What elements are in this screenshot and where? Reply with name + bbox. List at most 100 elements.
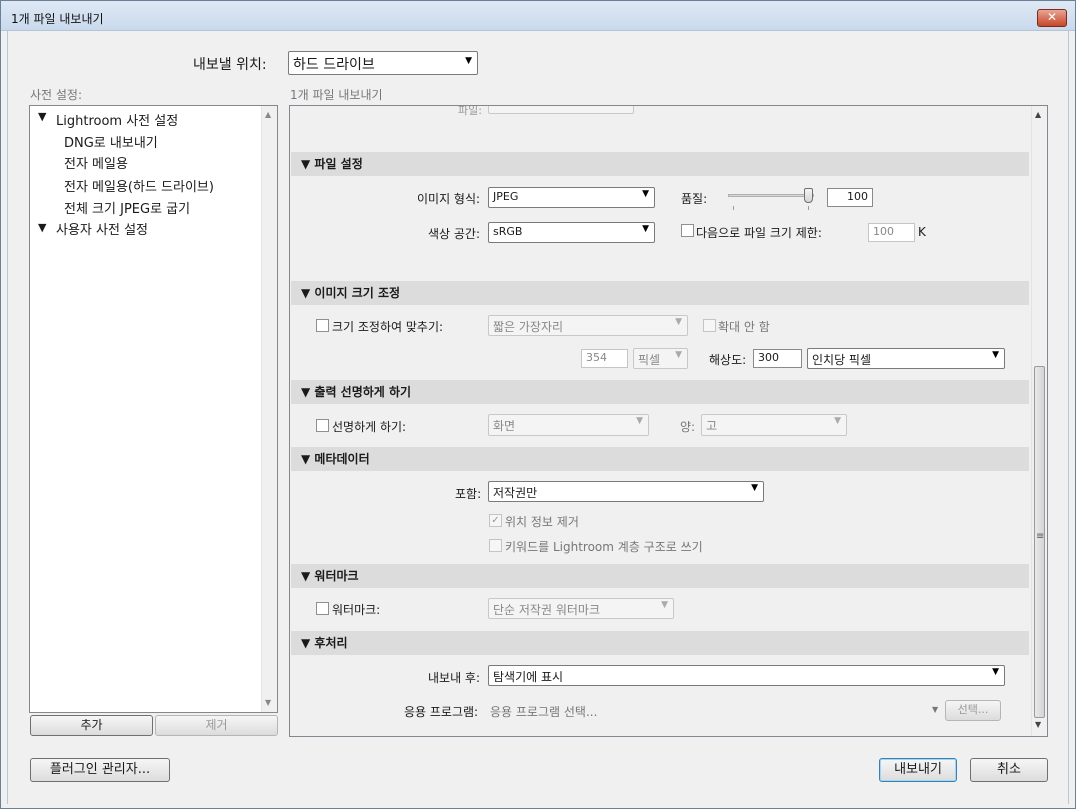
settings-panel: 파일: ▼ 파일 설정 이미지 형식: JPEG ▼ 품질: 100 색상 공간…	[289, 105, 1048, 737]
remove-preset-button[interactable]: 제거	[155, 715, 278, 736]
remove-location-checkbox[interactable]: ✓	[489, 514, 502, 527]
size-unit-value: 픽셀	[638, 353, 661, 367]
chevron-down-icon: ▼	[642, 189, 649, 199]
chevron-down-icon: ▼	[675, 317, 682, 327]
watermark-dropdown[interactable]: 단순 저작권 워터마크 ▼	[488, 598, 674, 619]
quality-slider-track[interactable]	[728, 194, 814, 197]
cancel-button[interactable]: 취소	[970, 758, 1048, 782]
color-space-dropdown[interactable]: sRGB ▼	[488, 222, 655, 243]
preset-folder-user[interactable]: 사용자 사전 설정	[56, 219, 148, 238]
application-label: 응용 프로그램:	[404, 705, 479, 719]
size-unit-dropdown[interactable]: 픽셀 ▼	[633, 348, 688, 369]
resolution-input[interactable]: 300	[753, 349, 802, 368]
file-name-label: 파일:	[458, 105, 482, 117]
resize-checkbox[interactable]	[316, 319, 329, 332]
section-image-sizing[interactable]: ▼ 이미지 크기 조정	[291, 281, 1029, 305]
amount-value: 고	[706, 419, 718, 433]
amount-label: 양:	[680, 420, 696, 434]
resize-mode-dropdown[interactable]: 짧은 가장자리 ▼	[488, 315, 688, 336]
slider-tick	[733, 206, 734, 210]
metadata-include-dropdown[interactable]: 저작권만 ▼	[488, 481, 764, 502]
title-bar[interactable]: 1개 파일 내보내기 ✕	[1, 1, 1075, 31]
keywords-hierarchy-checkbox[interactable]	[489, 539, 502, 552]
limit-size-input[interactable]: 100	[868, 223, 915, 242]
image-format-value: JPEG	[493, 190, 519, 203]
sharpen-label: 선명하게 하기:	[332, 420, 407, 434]
close-button[interactable]: ✕	[1037, 9, 1067, 27]
keywords-hierarchy-label: 키워드를 Lightroom 계층 구조로 쓰기	[505, 540, 703, 554]
metadata-include-label: 포함:	[455, 487, 482, 501]
settings-scrollbar[interactable]: ▲ ≡ ▼	[1031, 106, 1047, 736]
metadata-include-value: 저작권만	[493, 486, 538, 500]
export-to-dropdown[interactable]: 하드 드라이브 ▼	[288, 51, 478, 75]
preset-list: ▼ Lightroom 사전 설정 DNG로 내보내기 전자 메일용 전자 메일…	[29, 105, 278, 713]
resize-label: 크기 조정하여 맞추기:	[332, 320, 444, 334]
watermark-label: 워터마크:	[332, 603, 381, 617]
section-metadata[interactable]: ▼ 메타데이터	[291, 447, 1029, 471]
dont-enlarge-label: 확대 안 함	[718, 320, 770, 334]
choose-application-button[interactable]: 선택...	[945, 700, 1001, 721]
sharpen-checkbox[interactable]	[316, 419, 329, 432]
section-watermarking[interactable]: ▼ 워터마크	[291, 564, 1029, 588]
export-to-value: 하드 드라이브	[293, 57, 375, 73]
preset-item-email[interactable]: 전자 메일용	[64, 153, 128, 172]
chevron-down-icon: ▼	[642, 224, 649, 234]
close-icon: ✕	[1046, 10, 1058, 24]
quality-label: 품질:	[681, 192, 708, 206]
chevron-down-icon: ▼	[636, 416, 643, 426]
collapse-arrow-icon[interactable]: ▼	[38, 110, 46, 123]
window-title: 1개 파일 내보내기	[11, 12, 104, 26]
chevron-down-icon: ▼	[992, 667, 999, 677]
export-button[interactable]: 내보내기	[879, 758, 957, 782]
add-preset-button[interactable]: 추가	[30, 715, 153, 736]
resolution-unit-dropdown[interactable]: 인치당 픽셀 ▼	[807, 348, 1005, 369]
scroll-up-icon[interactable]: ▲	[1035, 110, 1041, 119]
grip-icon: ≡	[1036, 531, 1045, 542]
image-format-dropdown[interactable]: JPEG ▼	[488, 187, 655, 208]
size-input[interactable]: 354	[581, 349, 628, 368]
chevron-down-icon: ▼	[834, 416, 841, 426]
color-space-value: sRGB	[493, 225, 523, 238]
preset-item-full-jpeg[interactable]: 전체 크기 JPEG로 굽기	[64, 198, 190, 217]
limit-size-label: 다음으로 파일 크기 제한:	[696, 226, 822, 240]
after-export-label: 내보내 후:	[428, 671, 481, 685]
limit-size-checkbox[interactable]	[681, 224, 694, 237]
sharpen-for-value: 화면	[493, 419, 516, 433]
scrollbar-thumb[interactable]: ≡	[1034, 366, 1045, 718]
section-file-settings[interactable]: ▼ 파일 설정	[291, 152, 1029, 176]
content-title: 1개 파일 내보내기	[290, 88, 383, 102]
section-post-processing[interactable]: ▼ 후처리	[291, 631, 1029, 655]
after-export-dropdown[interactable]: 탐색기에 표시 ▼	[488, 665, 1005, 686]
check-icon: ✓	[491, 515, 500, 526]
preset-item-email-hd[interactable]: 전자 메일용(하드 드라이브)	[64, 176, 214, 195]
amount-dropdown[interactable]: 고 ▼	[701, 414, 847, 436]
color-space-label: 색상 공간:	[428, 227, 481, 241]
file-name-dropdown[interactable]	[488, 106, 634, 114]
chevron-down-icon[interactable]: ▼	[932, 705, 938, 714]
plugin-manager-button[interactable]: 플러그인 관리자...	[30, 758, 170, 782]
preset-item-dng[interactable]: DNG로 내보내기	[64, 132, 158, 151]
section-output-sharpening[interactable]: ▼ 출력 선명하게 하기	[291, 380, 1029, 404]
scroll-down-icon[interactable]: ▼	[1035, 720, 1041, 729]
image-format-label: 이미지 형식:	[417, 192, 481, 206]
chevron-down-icon: ▼	[751, 483, 758, 493]
export-dialog: 1개 파일 내보내기 ✕ 내보낼 위치: 하드 드라이브 ▼ 사전 설정: 1개…	[0, 0, 1076, 809]
resolution-label: 해상도:	[709, 353, 747, 367]
remove-location-label: 위치 정보 제거	[505, 515, 579, 529]
chevron-down-icon: ▼	[465, 56, 472, 66]
watermark-checkbox[interactable]	[316, 602, 329, 615]
application-path[interactable]: 응용 프로그램 선택...	[490, 703, 597, 720]
scroll-up-icon[interactable]: ▲	[265, 110, 271, 119]
chevron-down-icon: ▼	[675, 350, 682, 360]
scroll-down-icon[interactable]: ▼	[265, 698, 271, 707]
chevron-down-icon: ▼	[992, 350, 999, 360]
sharpen-for-dropdown[interactable]: 화면 ▼	[488, 414, 649, 436]
quality-slider-thumb[interactable]	[804, 188, 813, 203]
collapse-arrow-icon[interactable]: ▼	[38, 221, 46, 234]
preset-scrollbar[interactable]: ▲ ▼	[261, 106, 277, 712]
watermark-value: 단순 저작권 워터마크	[493, 603, 600, 617]
chevron-down-icon: ▼	[661, 600, 668, 610]
dont-enlarge-checkbox[interactable]	[703, 319, 716, 332]
preset-folder-lightroom[interactable]: Lightroom 사전 설정	[56, 110, 178, 129]
quality-input[interactable]: 100	[827, 188, 873, 207]
